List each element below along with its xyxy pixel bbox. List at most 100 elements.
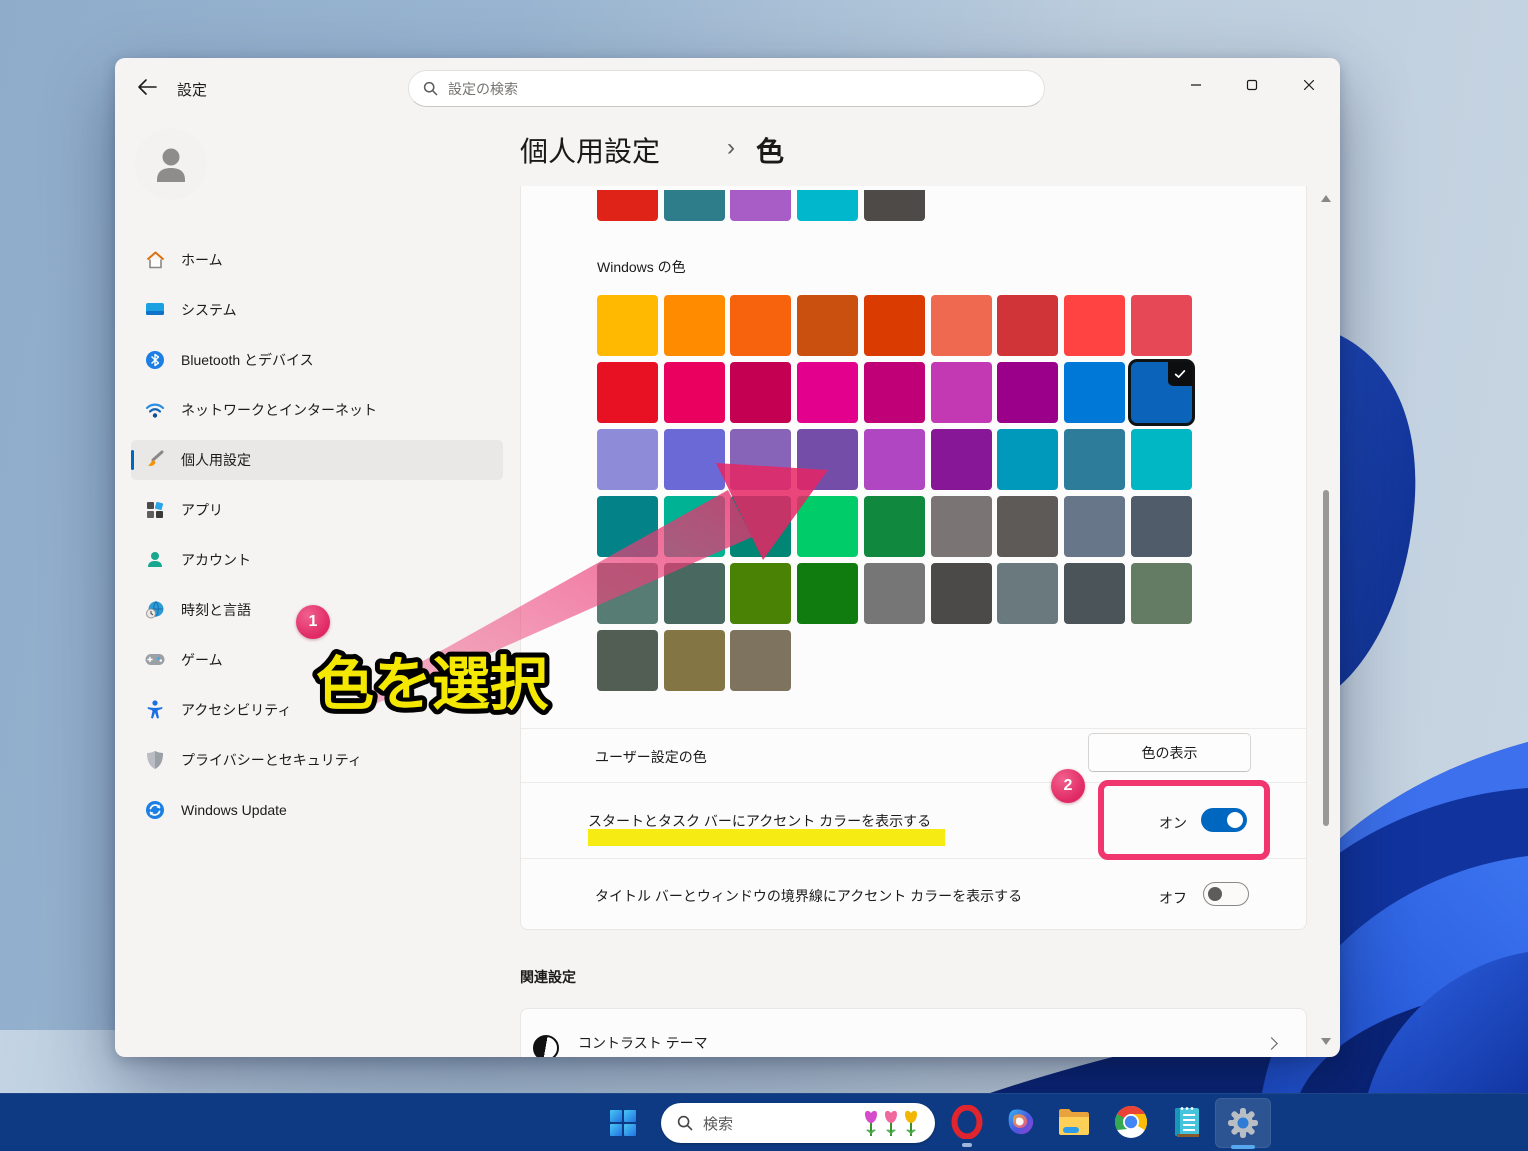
color-swatch[interactable] bbox=[730, 190, 791, 221]
sidebar-item-personalization[interactable]: 個人用設定 bbox=[131, 440, 503, 480]
color-swatch[interactable] bbox=[797, 295, 858, 356]
time-language-icon bbox=[145, 600, 165, 620]
settings-window: 設定 設定の検索 ホーム システム Bluetooth とデ bbox=[115, 58, 1340, 1057]
avatar[interactable] bbox=[135, 128, 207, 200]
color-swatch[interactable] bbox=[997, 295, 1058, 356]
color-swatch[interactable] bbox=[664, 563, 725, 624]
color-swatch[interactable] bbox=[730, 496, 791, 557]
color-swatch[interactable] bbox=[797, 190, 858, 221]
sidebar-item-windows-update[interactable]: Windows Update bbox=[131, 790, 503, 830]
color-swatch[interactable] bbox=[997, 496, 1058, 557]
color-swatch[interactable] bbox=[1064, 362, 1125, 423]
color-swatch[interactable] bbox=[597, 362, 658, 423]
color-swatch[interactable] bbox=[664, 362, 725, 423]
scrollbar-up-arrow[interactable] bbox=[1321, 195, 1331, 202]
color-swatch[interactable] bbox=[931, 429, 992, 490]
view-colors-button[interactable]: 色の表示 bbox=[1088, 733, 1251, 772]
color-swatch[interactable] bbox=[597, 630, 658, 691]
sidebar-item-network[interactable]: ネットワークとインターネット bbox=[131, 390, 503, 430]
color-swatch[interactable] bbox=[664, 496, 725, 557]
color-swatch[interactable] bbox=[997, 362, 1058, 423]
color-swatch[interactable] bbox=[797, 496, 858, 557]
sidebar-item-gaming[interactable]: ゲーム bbox=[131, 640, 503, 680]
page-title: 色 bbox=[756, 130, 784, 170]
sidebar-item-privacy[interactable]: プライバシーとセキュリティ bbox=[131, 740, 503, 780]
color-swatch[interactable] bbox=[597, 496, 658, 557]
maximize-button[interactable] bbox=[1229, 66, 1275, 104]
color-swatch[interactable] bbox=[1131, 429, 1192, 490]
scrollbar-down-arrow[interactable] bbox=[1321, 1038, 1331, 1045]
color-swatch[interactable] bbox=[864, 295, 925, 356]
color-swatch[interactable] bbox=[931, 295, 992, 356]
color-swatch[interactable] bbox=[864, 563, 925, 624]
sidebar-item-accounts[interactable]: アカウント bbox=[131, 540, 503, 580]
color-swatch[interactable] bbox=[931, 362, 992, 423]
color-swatch[interactable] bbox=[730, 563, 791, 624]
color-swatch[interactable] bbox=[931, 563, 992, 624]
scrollbar-thumb[interactable] bbox=[1323, 490, 1329, 826]
color-swatch[interactable] bbox=[730, 362, 791, 423]
color-swatch[interactable] bbox=[1131, 295, 1192, 356]
color-swatch[interactable] bbox=[797, 362, 858, 423]
color-swatch[interactable] bbox=[1064, 429, 1125, 490]
sidebar-item-apps[interactable]: アプリ bbox=[131, 490, 503, 530]
sidebar-item-label: アカウント bbox=[181, 550, 251, 570]
apps-icon bbox=[145, 500, 165, 520]
color-swatch[interactable] bbox=[597, 563, 658, 624]
sidebar-item-label: ホーム bbox=[181, 250, 223, 270]
sidebar-item-label: ネットワークとインターネット bbox=[181, 400, 377, 420]
color-swatch[interactable] bbox=[730, 429, 791, 490]
taskbar-explorer-button[interactable] bbox=[1057, 1106, 1091, 1138]
back-button[interactable] bbox=[137, 78, 157, 101]
color-swatch[interactable] bbox=[931, 496, 992, 557]
taskbar-search-box[interactable]: 検索 bbox=[661, 1103, 935, 1143]
color-swatch[interactable] bbox=[597, 295, 658, 356]
taskbar-chrome-button[interactable] bbox=[1114, 1105, 1148, 1139]
color-swatch[interactable] bbox=[997, 429, 1058, 490]
close-icon bbox=[1303, 79, 1315, 91]
color-swatch[interactable] bbox=[597, 190, 658, 221]
color-swatch[interactable] bbox=[864, 496, 925, 557]
breadcrumb-parent[interactable]: 個人用設定 bbox=[520, 130, 660, 170]
sidebar-item-label: アプリ bbox=[181, 500, 223, 520]
color-swatch[interactable] bbox=[730, 295, 791, 356]
sidebar-item-home[interactable]: ホーム bbox=[131, 240, 503, 280]
settings-active-indicator bbox=[1231, 1145, 1255, 1149]
checkmark-icon bbox=[1168, 362, 1192, 386]
color-swatch[interactable] bbox=[1064, 295, 1125, 356]
color-swatch-selected[interactable] bbox=[1131, 362, 1192, 423]
color-swatch[interactable] bbox=[1064, 563, 1125, 624]
taskbar-settings-button[interactable] bbox=[1215, 1098, 1271, 1148]
color-swatch[interactable] bbox=[664, 630, 725, 691]
color-swatch[interactable] bbox=[864, 362, 925, 423]
sidebar-item-label: ゲーム bbox=[181, 650, 223, 670]
color-swatch[interactable] bbox=[664, 295, 725, 356]
color-swatch[interactable] bbox=[797, 563, 858, 624]
color-swatch[interactable] bbox=[1131, 496, 1192, 557]
color-swatch[interactable] bbox=[597, 429, 658, 490]
taskbar-copilot-button[interactable] bbox=[1004, 1105, 1038, 1139]
sidebar-item-accessibility[interactable]: アクセシビリティ bbox=[131, 690, 503, 730]
color-swatch[interactable] bbox=[1131, 563, 1192, 624]
sidebar-item-label: 時刻と言語 bbox=[181, 600, 251, 620]
minimize-button[interactable] bbox=[1173, 66, 1219, 104]
settings-search-input[interactable]: 設定の検索 bbox=[408, 70, 1045, 107]
accent-titlebar-toggle[interactable] bbox=[1203, 882, 1249, 906]
color-swatch[interactable] bbox=[730, 630, 791, 691]
color-swatch[interactable] bbox=[664, 190, 725, 221]
start-button[interactable] bbox=[607, 1107, 639, 1139]
sidebar-item-bluetooth[interactable]: Bluetooth とデバイス bbox=[131, 340, 503, 380]
taskbar-notepad-button[interactable] bbox=[1171, 1104, 1203, 1140]
close-button[interactable] bbox=[1286, 66, 1332, 104]
color-swatch[interactable] bbox=[864, 429, 925, 490]
taskbar-opera-button[interactable] bbox=[950, 1105, 984, 1139]
color-swatch[interactable] bbox=[664, 429, 725, 490]
privacy-shield-icon bbox=[145, 750, 165, 770]
color-swatch[interactable] bbox=[797, 429, 858, 490]
personalization-icon bbox=[145, 450, 165, 470]
sidebar-item-system[interactable]: システム bbox=[131, 290, 503, 330]
color-swatch[interactable] bbox=[864, 190, 925, 221]
opera-running-indicator bbox=[962, 1143, 972, 1147]
color-swatch[interactable] bbox=[1064, 496, 1125, 557]
color-swatch[interactable] bbox=[997, 563, 1058, 624]
